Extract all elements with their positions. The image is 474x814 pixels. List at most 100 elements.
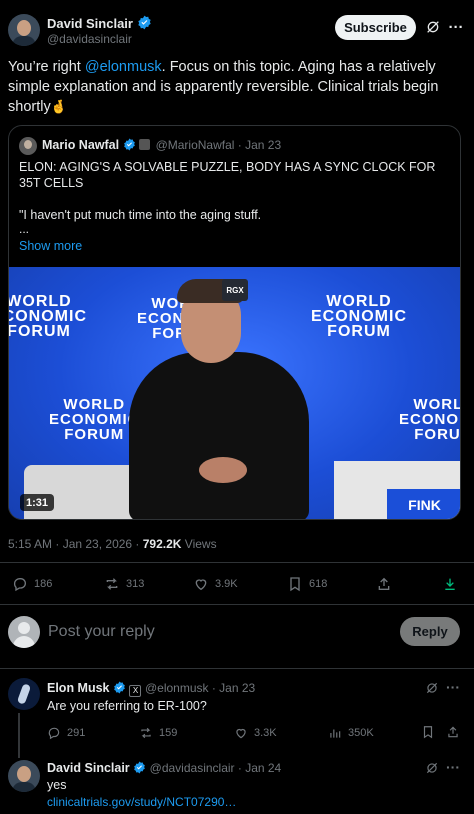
- wef-logo-line: FORUM: [414, 426, 461, 443]
- more-options-icon[interactable]: ···: [446, 759, 462, 775]
- reply-text: yes: [47, 778, 67, 792]
- reply-action[interactable]: 291: [47, 726, 85, 740]
- repost-icon: [106, 578, 118, 590]
- heart-icon: [236, 728, 246, 739]
- verified-badge-icon: [133, 761, 146, 774]
- wef-logo: WORLD ECONOMIC FORUM: [399, 396, 461, 443]
- wef-logo-line: FORUM: [64, 426, 125, 443]
- bookmark-action[interactable]: 618: [287, 576, 327, 592]
- reply-text: Are you referring to ER-100?: [47, 699, 207, 713]
- views-label: Views: [181, 537, 217, 551]
- timestamp[interactable]: 5:15 AM · Jan 23, 2026 ·: [8, 537, 143, 551]
- divider: [0, 604, 474, 605]
- wef-logo-line: WORLD: [413, 396, 460, 413]
- divider: [0, 668, 474, 669]
- tweet-text-part: You’re right: [8, 59, 85, 75]
- quoted-tweet[interactable]: Mario Nawfal @MarioNawfal · Jan 23 ELON:…: [8, 125, 461, 520]
- wef-logo-line: ECONOMIC: [311, 308, 407, 325]
- reply-author-handle[interactable]: @elonmusk · Jan 23: [145, 681, 255, 695]
- wef-logo: WORLD ECONOMIC FORUM: [311, 293, 407, 340]
- like-action[interactable]: 3.9K: [193, 576, 238, 592]
- timestamp-row: 5:15 AM · Jan 23, 2026 · 792.2K Views: [8, 537, 217, 551]
- subscribe-button[interactable]: Subscribe: [335, 15, 416, 40]
- wef-logo-line: ECONOMIC: [49, 411, 140, 428]
- quote-author-row: Mario Nawfal @MarioNawfal · Jan 23: [42, 138, 281, 152]
- bookmark-count: 618: [309, 578, 328, 590]
- speaker-hands: [199, 457, 247, 483]
- quote-author-name: Mario Nawfal: [42, 138, 120, 152]
- grok-icon[interactable]: [424, 680, 440, 696]
- mention-link[interactable]: @elonmusk: [85, 59, 162, 75]
- repost-icon: [141, 727, 151, 739]
- wef-logo-line: FORUM: [327, 323, 391, 340]
- stage-chair: [24, 465, 144, 519]
- author-name[interactable]: David Sinclair: [47, 16, 133, 31]
- reply-icon: [48, 727, 60, 740]
- repost-count: 159: [159, 727, 178, 739]
- video-duration: 1:31: [20, 494, 54, 511]
- crossed-fingers-emoji: 🤞: [50, 99, 67, 114]
- clinical-trial-link[interactable]: clinicaltrials.gov/study/NCT07290…: [47, 795, 236, 809]
- like-action[interactable]: 3.3K: [234, 726, 277, 740]
- reply-author-avatar[interactable]: [8, 760, 40, 792]
- more-options-icon[interactable]: ···: [448, 18, 464, 36]
- wef-logo: WORLD ECONOMIC FORUM: [9, 293, 87, 340]
- author-handle[interactable]: @davidasinclair: [47, 32, 132, 46]
- reply-author-avatar[interactable]: [8, 678, 40, 710]
- views-count: 792.2K: [142, 537, 182, 551]
- tweet-text: You’re right @elonmusk. Focus on this to…: [8, 58, 458, 118]
- reply-author-name[interactable]: David Sinclair: [47, 761, 130, 775]
- grok-icon[interactable]: [424, 760, 440, 776]
- wef-logo-line: FORUM: [9, 323, 71, 340]
- share-icon[interactable]: [375, 575, 393, 593]
- more-options-icon[interactable]: ···: [446, 679, 462, 695]
- views-action[interactable]: 350K: [328, 726, 374, 740]
- repost-count: 313: [126, 578, 145, 590]
- thread-line: [18, 713, 20, 758]
- rgx-badge: RGX: [222, 279, 248, 301]
- reply-input[interactable]: Post your reply: [48, 623, 155, 641]
- divider: [0, 562, 474, 563]
- wef-logo-line: WORLD: [9, 293, 72, 310]
- affiliate-badge-icon: [139, 139, 151, 150]
- download-icon[interactable]: [441, 575, 459, 593]
- reply-author-row: David Sinclair @davidasinclair · Jan 24: [47, 761, 281, 775]
- like-count: 3.3K: [254, 727, 277, 739]
- quote-body: "I haven't put much time into the aging …: [19, 208, 262, 222]
- x-affiliate-icon: X: [129, 685, 142, 697]
- show-more-link[interactable]: Show more: [19, 239, 82, 253]
- reply-button[interactable]: Reply: [400, 617, 460, 646]
- author-name-row[interactable]: David Sinclair: [47, 15, 152, 31]
- quote-headline: ELON: AGING'S A SOLVABLE PUZZLE, BODY HA…: [19, 160, 436, 190]
- views-count: 350K: [348, 727, 374, 739]
- wef-logo-line: WORLD: [63, 396, 126, 413]
- heart-icon: [195, 579, 207, 591]
- wef-logo-line: WORLD: [326, 293, 392, 310]
- reply-icon: [13, 578, 26, 592]
- verified-badge-icon: [113, 681, 126, 694]
- video-player[interactable]: WORLD ECONOMIC FORUM WORLD ECONOMIC FORU…: [9, 267, 461, 519]
- author-avatar[interactable]: [8, 14, 40, 46]
- repost-action[interactable]: 159: [139, 726, 177, 740]
- reply-author-handle[interactable]: @davidasinclair · Jan 24: [150, 761, 282, 775]
- verified-badge-icon: [137, 15, 152, 30]
- quote-author-handle: @MarioNawfal · Jan 23: [155, 138, 282, 152]
- speaker-body: [129, 352, 309, 519]
- repost-action[interactable]: 313: [104, 576, 144, 592]
- wef-logo-line: ECONOMIC: [9, 308, 87, 325]
- nameplate: FINK: [387, 489, 460, 519]
- quote-ellipsis: ...: [19, 222, 30, 236]
- analytics-icon: [330, 729, 341, 738]
- bookmark-icon[interactable]: [421, 725, 435, 739]
- my-avatar[interactable]: [8, 616, 40, 648]
- wef-logo: WORLD ECONOMIC FORUM: [49, 397, 140, 442]
- reply-author-row: Elon Musk X @elonmusk · Jan 23: [47, 681, 255, 697]
- share-icon[interactable]: [446, 725, 460, 739]
- reply-author-name[interactable]: Elon Musk: [47, 681, 110, 695]
- reply-action[interactable]: 186: [12, 576, 52, 592]
- like-count: 3.9K: [215, 578, 238, 590]
- verified-badge-icon: [123, 138, 136, 151]
- reply-count: 291: [67, 727, 86, 739]
- grok-icon[interactable]: [424, 18, 442, 36]
- quote-author-avatar: [19, 137, 37, 155]
